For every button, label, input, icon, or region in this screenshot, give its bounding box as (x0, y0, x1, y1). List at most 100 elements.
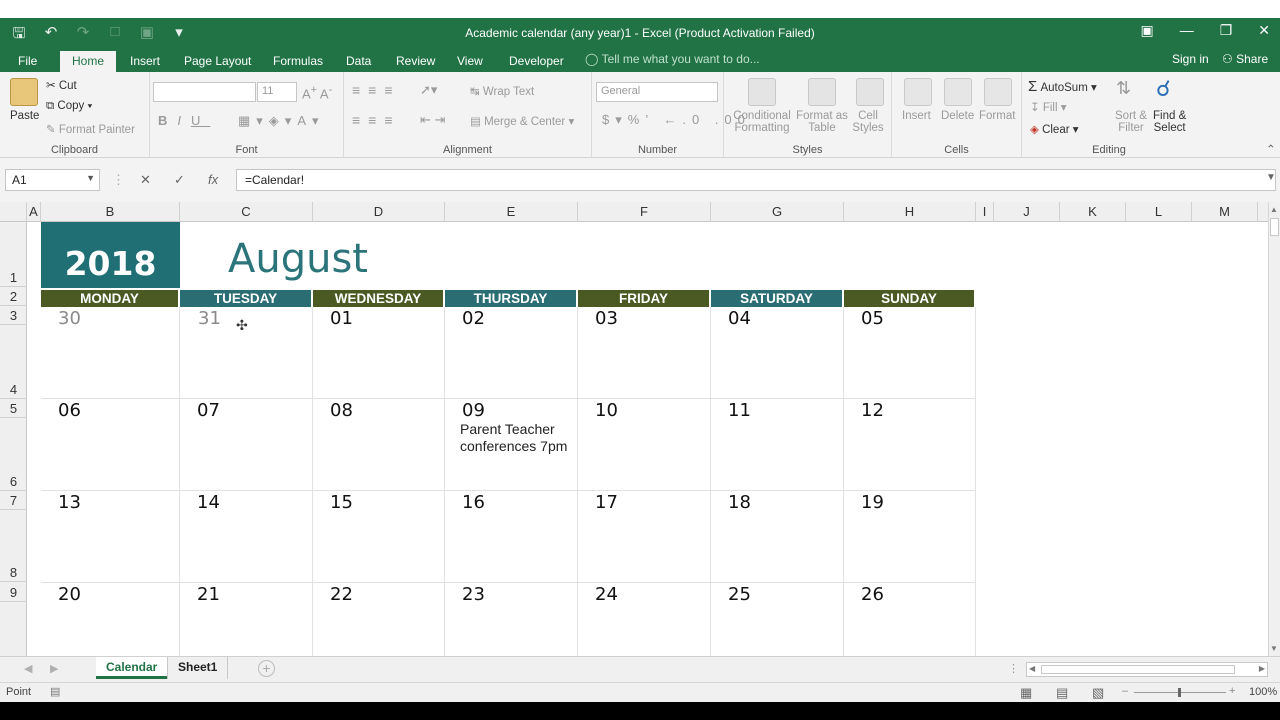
day-cell[interactable]: 14 (180, 491, 313, 583)
column-header-m[interactable]: M (1192, 202, 1258, 222)
day-cell[interactable]: 10 (578, 399, 711, 491)
row-header-4[interactable]: 4 (0, 325, 27, 399)
day-cell[interactable]: 21 (180, 583, 313, 656)
add-sheet-icon[interactable]: + (258, 660, 275, 677)
font-style-buttons[interactable]: BIU (158, 113, 210, 128)
ribbon-display-icon[interactable]: ▣ (1140, 22, 1153, 39)
day-cell[interactable]: 19 (844, 491, 976, 583)
delete-cells-icon[interactable] (944, 78, 972, 106)
format-cells-icon[interactable] (984, 78, 1012, 106)
day-cell[interactable]: 09 Parent Teacher conferences 7pm (445, 399, 578, 491)
day-cell[interactable]: 12 (844, 399, 976, 491)
font-size-combo[interactable]: 11 (257, 82, 297, 102)
restore-icon[interactable]: ❐ (1220, 22, 1233, 39)
day-cell[interactable]: 31 ✣ (180, 307, 313, 399)
font-grow-shrink[interactable]: A+ A- (302, 84, 332, 101)
insert-cells-icon[interactable] (904, 78, 932, 106)
day-cell[interactable]: 15 (313, 491, 445, 583)
column-header-i[interactable]: I (976, 202, 994, 222)
zoom-in-icon[interactable]: + (1229, 685, 1235, 697)
day-cell[interactable]: 23 (445, 583, 578, 656)
delete-cells-button[interactable]: Delete (941, 110, 974, 122)
tab-split-handle[interactable]: ⋮ (1008, 662, 1019, 675)
prev-sheet-icon[interactable]: ◀ (24, 662, 32, 675)
find-select-icon[interactable]: ☌ (1156, 76, 1171, 102)
horizontal-align-buttons[interactable]: ≡≡≡ (352, 112, 401, 128)
sort-filter-button[interactable]: Sort & Filter (1115, 110, 1147, 134)
tab-view[interactable]: View (447, 51, 493, 72)
name-box-dropdown-icon[interactable]: ▼ (86, 173, 95, 183)
vertical-scroll-thumb[interactable] (1270, 218, 1279, 236)
row-header-3[interactable]: 3 (0, 306, 27, 325)
select-all-corner[interactable] (0, 202, 27, 222)
day-cell[interactable]: 24 (578, 583, 711, 656)
day-header-friday[interactable]: FRIDAY (578, 290, 709, 307)
macro-record-icon[interactable]: ▤ (50, 685, 60, 698)
tab-review[interactable]: Review (386, 51, 445, 72)
paste-icon[interactable] (10, 78, 38, 106)
page-layout-view-icon[interactable]: ▤ (1056, 685, 1068, 701)
day-cell[interactable]: 22 (313, 583, 445, 656)
find-select-button[interactable]: Find & Select (1153, 110, 1186, 134)
vertical-align-buttons[interactable]: ≡≡≡ (352, 82, 401, 98)
vertical-scrollbar[interactable]: ▲ ▼ (1268, 202, 1280, 656)
column-header-a[interactable]: A (27, 202, 41, 222)
scroll-right-icon[interactable]: ▶ (1259, 664, 1265, 673)
clear-button[interactable]: ◈ Clear ▾ (1030, 122, 1079, 136)
next-sheet-icon[interactable]: ▶ (50, 662, 58, 675)
year-cell[interactable]: 2018 (41, 222, 180, 288)
font-name-combo[interactable] (153, 82, 256, 102)
column-header-f[interactable]: F (578, 202, 711, 222)
day-cell[interactable]: 25 (711, 583, 844, 656)
scroll-left-icon[interactable]: ◀ (1029, 664, 1035, 673)
row-header-1[interactable]: 1 (0, 222, 27, 287)
tab-home[interactable]: Home (60, 51, 116, 72)
day-cell[interactable]: 17 (578, 491, 711, 583)
sheet-tab-calendar[interactable]: Calendar (96, 657, 168, 679)
day-cell[interactable]: 07 (180, 399, 313, 491)
sort-filter-icon[interactable]: ⇅ (1116, 78, 1131, 99)
row-header-6[interactable]: 6 (0, 418, 27, 491)
wrap-text-button[interactable]: ↹ Wrap Text (470, 84, 534, 98)
indent-buttons[interactable]: ⇤ ⇥ (420, 112, 445, 128)
day-header-thursday[interactable]: THURSDAY (445, 290, 576, 307)
cancel-icon[interactable]: ✕ (140, 172, 151, 188)
tab-data[interactable]: Data (336, 51, 381, 72)
scroll-down-icon[interactable]: ▼ (1270, 644, 1278, 653)
column-header-h[interactable]: H (844, 202, 976, 222)
collapse-ribbon-icon[interactable]: ⌃ (1266, 142, 1276, 156)
sheet-tab-sheet1[interactable]: Sheet1 (167, 657, 229, 679)
day-cell[interactable]: 02 (445, 307, 578, 399)
scroll-up-icon[interactable]: ▲ (1270, 205, 1278, 214)
month-title[interactable]: August (228, 236, 368, 282)
tab-page-layout[interactable]: Page Layout (174, 51, 261, 72)
day-cell[interactable]: 16 (445, 491, 578, 583)
day-cell[interactable]: 20 (41, 583, 180, 656)
day-cell[interactable]: 08 (313, 399, 445, 491)
day-cell[interactable]: 13 (41, 491, 180, 583)
name-box[interactable]: A1 ▼ (5, 169, 100, 191)
enter-icon[interactable]: ✓ (174, 172, 185, 188)
day-cell[interactable]: 04 (711, 307, 844, 399)
day-header-monday[interactable]: MONDAY (41, 290, 178, 307)
worksheet[interactable]: A B C D E F G H I J K L M 1 2 3 4 5 6 7 … (0, 202, 1280, 656)
orientation-icon[interactable]: ➚▾ (420, 82, 437, 98)
number-format-combo[interactable]: General (596, 82, 718, 102)
zoom-slider-handle[interactable] (1178, 688, 1181, 697)
day-header-sunday[interactable]: SUNDAY (844, 290, 974, 307)
fill-button[interactable]: ↧ Fill ▾ (1030, 100, 1067, 114)
format-painter-button[interactable]: ✎ Format Painter (46, 122, 135, 136)
cut-button[interactable]: ✂ Cut (46, 78, 77, 92)
day-cell[interactable]: 06 (41, 399, 180, 491)
column-header-c[interactable]: C (180, 202, 313, 222)
share-button[interactable]: ⚇ Share (1222, 52, 1268, 66)
merge-center-button[interactable]: ▤ Merge & Center ▾ (470, 114, 574, 128)
insert-cells-button[interactable]: Insert (902, 110, 931, 122)
day-cell[interactable]: 03 (578, 307, 711, 399)
paste-button[interactable]: Paste (10, 110, 39, 122)
format-cells-button[interactable]: Format (979, 110, 1015, 122)
cell-styles-icon[interactable] (856, 78, 884, 106)
day-cell[interactable]: 05 (844, 307, 976, 399)
tell-me-box[interactable]: ◯ Tell me what you want to do... (585, 52, 760, 66)
format-as-table-button[interactable]: Format as Table (796, 110, 848, 134)
